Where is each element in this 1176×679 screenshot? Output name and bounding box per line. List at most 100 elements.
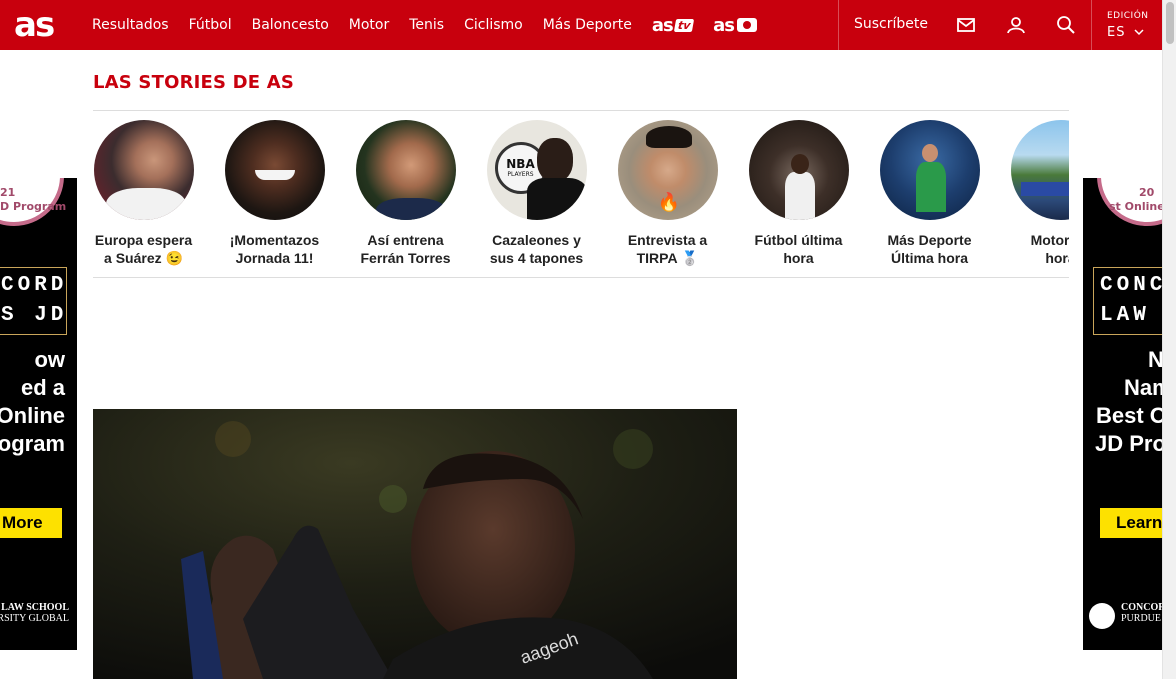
ad-headline: No Nam Best O JD Pro (1095, 346, 1162, 458)
ad-cta-button[interactable]: More (0, 508, 62, 538)
story-caption: Así entrena Ferrán Torres (355, 231, 456, 267)
ad-headline-line: Best O (1096, 403, 1162, 428)
as-photo-wordmark: as (713, 14, 735, 36)
story-caption-line2: TIRPA 🥈 (636, 250, 699, 266)
story-item[interactable]: ¡Momentazos Jornada 11! (224, 120, 325, 267)
story-caption-line1: Así entrena (367, 232, 444, 248)
nav-item-ciclismo[interactable]: Ciclismo (464, 17, 523, 33)
ad-footer-line2: PURDUE U (1121, 613, 1162, 624)
ad-headline: ow ed a Online ogram (0, 346, 65, 458)
main-nav: Resultados Fútbol Baloncesto Motor Tenis… (92, 0, 777, 50)
story-thumbnail (93, 120, 194, 220)
nav-item-mas-deporte[interactable]: Más Deporte (543, 17, 632, 33)
ad-headline-line: ogram (0, 431, 65, 456)
as-tv-link[interactable]: as tv (651, 14, 695, 36)
nba-badge-subtext: PLAYERS (507, 171, 534, 178)
ad-footer: CONCOR PURDUE U (1121, 602, 1162, 624)
scrollbar-thumb[interactable] (1166, 2, 1174, 44)
ad-footer-line2: IVERSITY GLOBAL (0, 613, 69, 624)
camera-icon (737, 18, 758, 32)
story-thumbnail (224, 120, 325, 220)
mail-icon[interactable] (955, 14, 977, 36)
story-caption: Motor últ hora (1010, 231, 1069, 267)
chevron-down-icon (1134, 29, 1144, 36)
stories-carousel: Europa espera a Suárez 😉 ¡Momentazos Jorna… (93, 120, 1069, 270)
ad-seal-text: 21 (0, 186, 16, 199)
story-thumbnail (748, 120, 849, 220)
right-side-ad[interactable]: 20 st Online J CONC LAW No Nam Best O JD… (1083, 178, 1162, 650)
stories-title: LAS STORIES DE AS (93, 72, 295, 93)
header-divider-edition (1091, 0, 1092, 50)
ad-seal-text2: st Online J (1109, 200, 1162, 213)
story-caption-line1: Fútbol última (754, 232, 843, 248)
as-tv-wordmark: as (651, 14, 674, 36)
story-caption-line1: Europa espera (94, 232, 193, 248)
hero-photo-illustration: aageoh (93, 409, 737, 679)
nav-item-motor[interactable]: Motor (349, 17, 389, 33)
story-item[interactable]: 🔥 Entrevista a TIRPA 🥈 (617, 120, 718, 267)
search-icon[interactable] (1055, 14, 1077, 36)
story-caption-line2: Ferrán Torres (360, 250, 451, 266)
ad-headline-line: ed a (20, 375, 65, 400)
story-item[interactable]: Más Deporte Última hora (879, 120, 980, 267)
ad-brand-box: CORD S JD (0, 267, 67, 335)
story-thumbnail: NBA PLAYERS (486, 120, 587, 220)
nav-item-baloncesto[interactable]: Baloncesto (252, 17, 329, 33)
story-caption-line2: hora (1045, 250, 1069, 266)
as-logo[interactable]: as (14, 6, 55, 44)
story-caption-line1: Cazaleones y (492, 232, 581, 248)
story-item[interactable]: Motor últ hora (1010, 120, 1069, 267)
user-icon[interactable] (1005, 14, 1027, 36)
header-divider (838, 0, 839, 50)
story-item[interactable]: Así entrena Ferrán Torres (355, 120, 456, 267)
ad-headline-line: Online (0, 403, 65, 428)
ad-seal-text: 20 (1139, 186, 1155, 199)
hero-article-image[interactable]: aageoh (93, 409, 737, 679)
tv-tag: tv (673, 18, 695, 32)
story-caption-line2: a Suárez 😉 (104, 250, 183, 266)
ad-brand-box: CONC LAW (1093, 267, 1162, 335)
story-caption: Más Deporte Última hora (879, 231, 980, 267)
scrollbar[interactable] (1162, 0, 1176, 679)
left-side-ad[interactable]: 21 D Program CORD S JD ow ed a Online og… (0, 178, 77, 650)
ad-headline-line: ow (34, 347, 65, 372)
top-navigation-bar: as Resultados Fútbol Baloncesto Motor Te… (0, 0, 1162, 50)
edition-selector[interactable]: EDICIÓN ES (1107, 11, 1149, 40)
ad-cta-button[interactable]: Learn (1100, 508, 1162, 538)
story-item[interactable]: Europa espera a Suárez 😉 (93, 120, 194, 267)
ad-brand-line1: CORD (1, 274, 68, 297)
stories-divider-bottom (93, 277, 1069, 278)
nav-item-futbol[interactable]: Fútbol (189, 17, 232, 33)
page: { "header": { "logo": "as", "nav": ["Res… (0, 0, 1176, 679)
ad-headline-line: JD Pro (1095, 431, 1162, 456)
subscribe-link[interactable]: Suscríbete (854, 16, 928, 32)
ad-footer-line1: CONCOR (1121, 602, 1162, 613)
nav-item-tenis[interactable]: Tenis (409, 17, 444, 33)
story-caption-line2: hora (783, 250, 814, 266)
story-caption-line1: Entrevista a (627, 232, 708, 248)
ad-seal-text2: D Program (0, 200, 67, 213)
ad-footer: O LAW SCHOOL IVERSITY GLOBAL (0, 602, 69, 624)
story-caption-line2: Jornada 11! (235, 250, 314, 266)
fire-emoji-icon: 🔥 (657, 192, 680, 213)
ad-footer-line1: O LAW SCHOOL (0, 602, 69, 613)
story-item[interactable]: Fútbol última hora (748, 120, 849, 267)
ad-brand-line2: LAW (1100, 304, 1150, 327)
story-caption: Entrevista a TIRPA 🥈 (617, 231, 718, 267)
stories-divider-top (93, 110, 1069, 111)
story-thumbnail (1010, 120, 1069, 220)
nav-item-resultados[interactable]: Resultados (92, 17, 169, 33)
story-caption-line2: sus 4 tapones (489, 250, 584, 266)
story-caption: Europa espera a Suárez 😉 (93, 231, 194, 267)
story-item[interactable]: NBA PLAYERS Cazaleones y sus 4 tapones (486, 120, 587, 267)
ad-headline-line: No (1148, 347, 1162, 372)
story-caption: Cazaleones y sus 4 tapones (486, 231, 587, 267)
edition-label: EDICIÓN (1107, 11, 1149, 21)
as-photo-link[interactable]: as (713, 14, 758, 36)
edition-value: ES (1107, 25, 1126, 40)
story-caption-line1: ¡Momentazos (229, 232, 320, 248)
story-caption-line1: Más Deporte (887, 232, 972, 248)
ad-brand-line1: CONC (1100, 274, 1162, 297)
ad-footer-logo-icon (1089, 603, 1115, 629)
story-caption: ¡Momentazos Jornada 11! (224, 231, 325, 267)
